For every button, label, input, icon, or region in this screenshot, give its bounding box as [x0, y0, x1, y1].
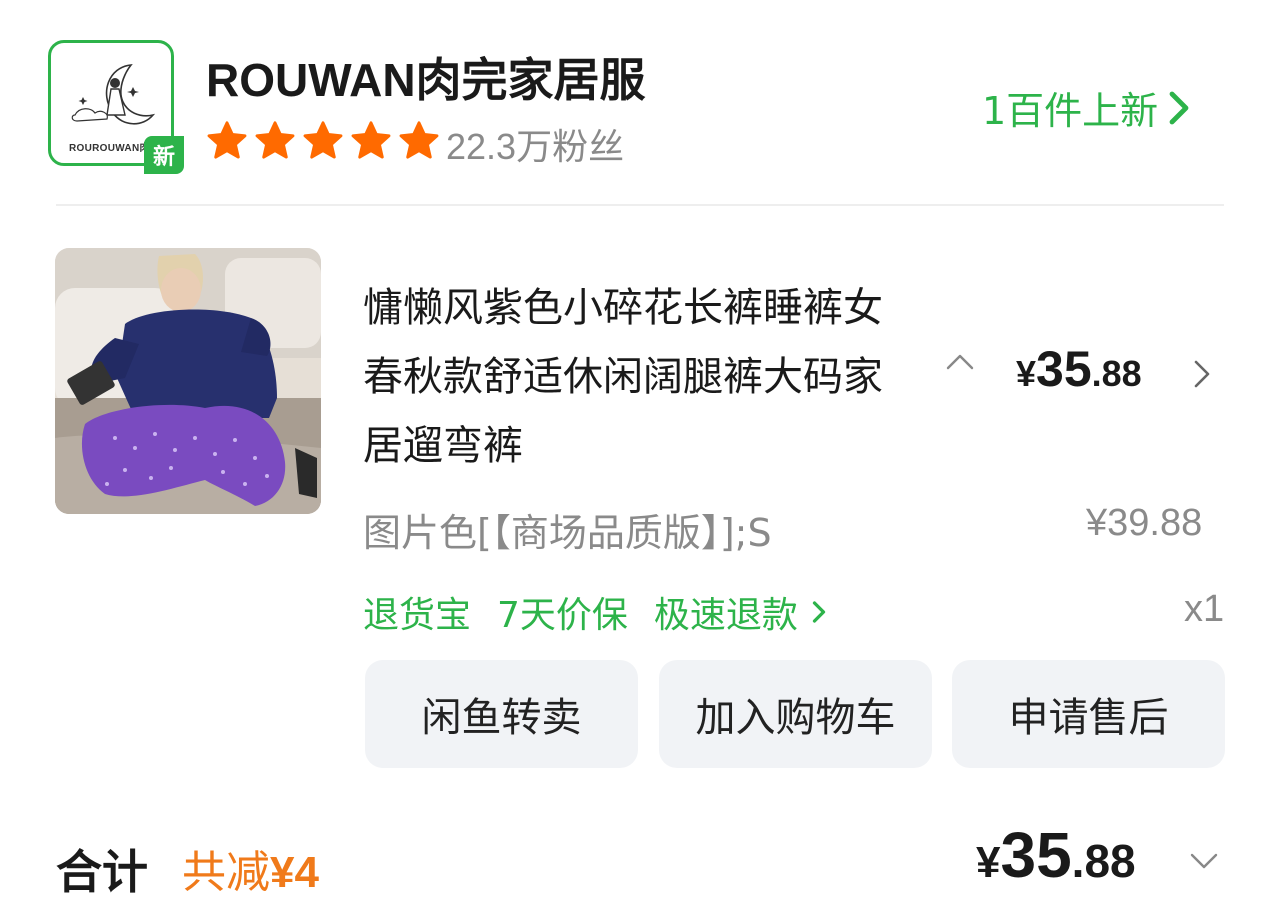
- price-integer: 35: [1036, 341, 1092, 397]
- unit-price: ¥35.88: [1016, 340, 1142, 398]
- discount-amount: ¥4: [270, 848, 319, 897]
- product-title[interactable]: 慵懒风紫色小碎花长裤睡裤女春秋款舒适休闲阔腿裤大码家居遛弯裤: [363, 274, 903, 481]
- product-image[interactable]: [55, 248, 321, 514]
- after-sale-button[interactable]: 申请售后: [952, 660, 1225, 768]
- service-tags[interactable]: 退货宝 7天价保 极速退款: [363, 586, 828, 638]
- price-decimal: .88: [1091, 353, 1142, 394]
- total-price: ¥35.88: [976, 818, 1136, 892]
- shop-rating-stars: [204, 118, 442, 164]
- chevron-up-icon[interactable]: [942, 350, 978, 374]
- total-label: 合计: [56, 845, 148, 899]
- chevron-right-icon[interactable]: [1190, 356, 1214, 392]
- divider: [56, 204, 1224, 206]
- new-shop-badge: 新: [144, 136, 184, 174]
- discount-summary: 共减¥4: [182, 836, 319, 900]
- resell-button[interactable]: 闲鱼转卖: [365, 660, 638, 768]
- add-to-cart-button[interactable]: 加入购物车: [659, 660, 932, 768]
- product-spec[interactable]: 图片色[【商场品质版】];S: [363, 502, 772, 557]
- star-icon: [399, 121, 439, 159]
- total-price-decimal: .88: [1071, 835, 1136, 887]
- total-price-symbol: ¥: [976, 838, 1001, 887]
- service-price-protect: 7天价保: [497, 595, 628, 636]
- shop-fans-count: 22.3万粉丝: [446, 126, 625, 167]
- chevron-right-icon: [1169, 91, 1189, 124]
- shop-name[interactable]: ROUWAN肉完家居服: [206, 44, 646, 110]
- new-items-link[interactable]: 1百件上新: [982, 80, 1192, 135]
- service-fast-refund: 极速退款: [653, 595, 798, 636]
- moon-girl-logo-icon: [71, 64, 156, 125]
- star-icon: [351, 121, 391, 159]
- total-price-integer: 35: [1000, 819, 1072, 891]
- quantity: x1: [1184, 588, 1225, 630]
- chevron-right-icon: [812, 601, 826, 623]
- discount-prefix: 共减: [182, 847, 270, 898]
- product-photo: [55, 248, 321, 514]
- price-symbol: ¥: [1016, 353, 1037, 394]
- chevron-down-icon[interactable]: [1186, 850, 1222, 872]
- star-icon: [255, 121, 295, 159]
- service-return-insurance: 退货宝: [363, 595, 472, 636]
- star-icon: [207, 121, 247, 159]
- star-icon: [303, 121, 343, 159]
- original-price: ¥39.88: [1086, 502, 1203, 544]
- new-items-label: 1百件上新: [982, 89, 1159, 133]
